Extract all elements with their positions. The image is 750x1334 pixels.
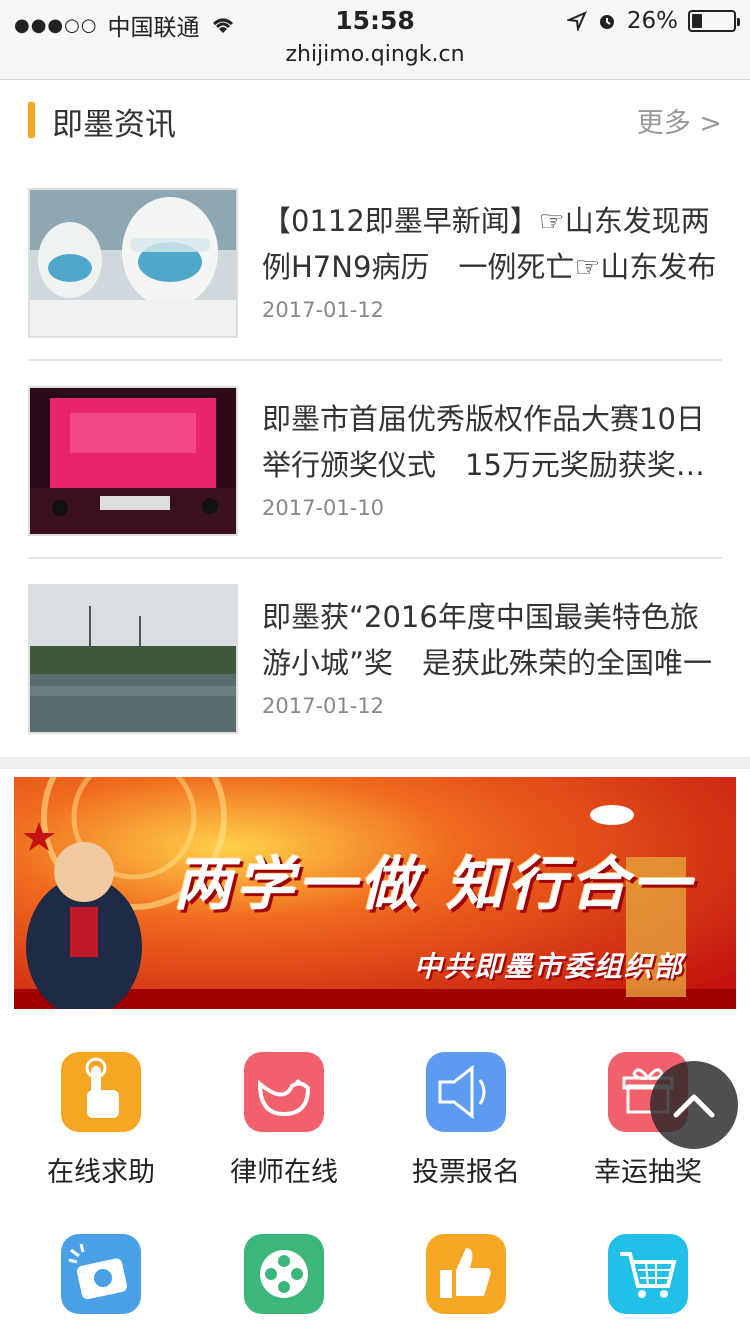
grid-label: 投票报名: [412, 1157, 520, 1188]
news-item[interactable]: 即墨市首届优秀版权作品大赛10日举行颁奖仪式 15万元奖励获奖作品 2017-0…: [28, 386, 722, 536]
section-separator: [0, 757, 750, 769]
shopping-cart-icon: [608, 1234, 688, 1314]
news-thumbnail: [28, 386, 238, 536]
chevron-up-icon: [673, 1094, 715, 1118]
news-item[interactable]: 即墨获“2016年度中国最美特色旅游小城”奖 是获此殊荣的全国唯一 2017-0…: [28, 584, 722, 734]
news-title: 即墨市首届优秀版权作品大赛10日举行颁奖仪式 15万元奖励获奖作品: [262, 402, 705, 482]
grid-item-like[interactable]: [376, 1234, 556, 1332]
news-date: 2017-01-12: [262, 298, 385, 322]
speaker-icon: [426, 1052, 506, 1132]
section-title: 即墨资讯: [52, 107, 176, 143]
battery-icon: [688, 10, 740, 32]
battery-percent: 26%: [626, 8, 678, 34]
news-thumbnail: [28, 188, 238, 338]
grid-item-lawyer-online[interactable]: 律师在线: [194, 1052, 374, 1189]
status-bar: ●●●○○ 中国联通 15:58 26% zhijimo.qingk.cn: [0, 0, 750, 80]
alarm-clock-icon: [599, 15, 614, 29]
film-reel-icon: [244, 1234, 324, 1314]
news-item[interactable]: 【0112即墨早新闻】☞山东发现两例H7N9病历 一例死亡☞山东发布 2017-…: [28, 188, 722, 338]
section-accent-bar: [28, 102, 35, 138]
grid-item-video[interactable]: [194, 1234, 374, 1332]
grid-label: 律师在线: [230, 1157, 338, 1188]
news-title: 即墨获“2016年度中国最美特色旅游小城”奖 是获此殊荣的全国唯一: [262, 600, 713, 680]
location-arrow-icon: [566, 11, 587, 31]
grid-item-vote-signup[interactable]: 投票报名: [376, 1052, 556, 1189]
battery-level: [692, 14, 702, 28]
news-date: 2017-01-12: [262, 694, 385, 718]
grid-item-photo[interactable]: [11, 1234, 191, 1332]
page-url[interactable]: zhijimo.qingk.cn: [0, 42, 750, 67]
divider: [28, 557, 722, 559]
section-header: 即墨资讯 更多 >: [0, 95, 750, 149]
banner-subtitle: 中共即墨市委组织部: [414, 950, 685, 983]
camera-icon: [61, 1234, 141, 1314]
more-link[interactable]: 更多 >: [637, 101, 722, 140]
grid-item-online-help[interactable]: 在线求助: [11, 1052, 191, 1189]
news-thumbnail: [28, 584, 238, 734]
news-date: 2017-01-10: [262, 496, 385, 520]
news-title: 【0112即墨早新闻】☞山东发现两例H7N9病历 一例死亡☞山东发布: [262, 204, 717, 284]
status-right: 26%: [566, 8, 740, 34]
bird-icon: [244, 1052, 324, 1132]
divider: [28, 359, 722, 361]
grid-label: 在线求助: [47, 1157, 155, 1188]
promo-banner[interactable]: 两学一做 知行合一 中共即墨市委组织部: [14, 777, 736, 1009]
back-to-top-button[interactable]: [650, 1061, 738, 1149]
grid-label: 幸运抽奖: [594, 1157, 702, 1188]
pointer-hand-icon: [61, 1052, 141, 1132]
thumbs-up-icon: [426, 1234, 506, 1314]
grid-item-shop[interactable]: [558, 1234, 738, 1332]
banner-headline: 两学一做 知行合一: [173, 850, 695, 918]
